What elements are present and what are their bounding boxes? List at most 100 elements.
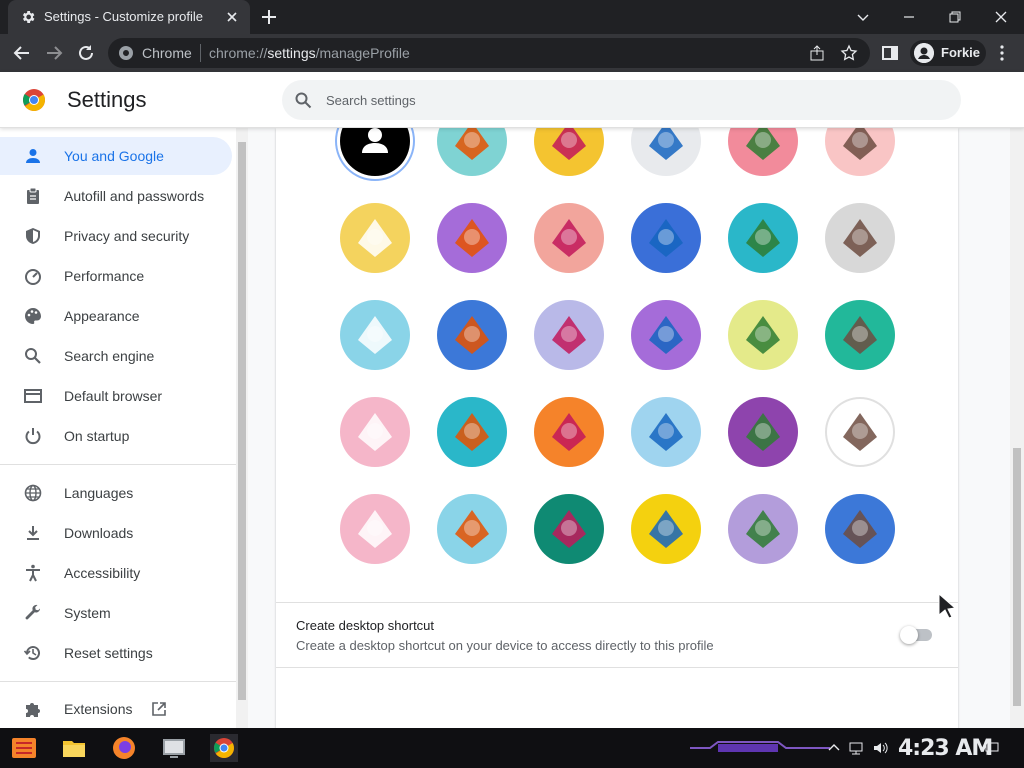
origami-butterfly-avatar[interactable]: [631, 203, 701, 273]
main-scrollbar-thumb[interactable]: [1013, 448, 1021, 706]
origami-cat-avatar[interactable]: [437, 128, 507, 176]
avocado-avatar[interactable]: [728, 397, 798, 467]
chrome-taskbar-icon[interactable]: [210, 734, 238, 762]
speedometer-icon: [25, 269, 41, 285]
back-icon[interactable]: [12, 43, 32, 63]
chevron-up-icon[interactable]: [826, 740, 842, 756]
sidebar-item-label: On startup: [64, 428, 130, 444]
forward-icon[interactable]: [44, 43, 64, 63]
basketball-avatar[interactable]: [340, 300, 410, 370]
volume-icon[interactable]: [872, 740, 888, 756]
sidebar-item-reset-settings[interactable]: Reset settings: [0, 634, 232, 672]
sidebar-item-label: Languages: [64, 485, 134, 501]
vinyl-record-avatar[interactable]: [631, 397, 701, 467]
bookmark-star-icon[interactable]: [840, 44, 858, 62]
ice-cream-avatar[interactable]: [340, 494, 410, 564]
search-icon: [295, 92, 312, 109]
smile-avatar[interactable]: [825, 397, 895, 467]
taskbar-clock[interactable]: 4:23 AM: [898, 736, 993, 761]
sidebar-item-label: You and Google: [64, 148, 164, 164]
sunglasses-avatar[interactable]: [340, 397, 410, 467]
cheese-avatar[interactable]: [631, 300, 701, 370]
sidebar-scrollbar-thumb[interactable]: [238, 142, 246, 700]
sidebar-scrollbar[interactable]: [236, 128, 248, 728]
sidebar-item-label: Reset settings: [64, 645, 153, 661]
palette-icon: [25, 308, 41, 324]
file-explorer-icon[interactable]: [60, 734, 88, 762]
sidebar-item-autofill[interactable]: Autofill and passwords: [0, 177, 232, 215]
os-taskbar: 4:23 AM: [0, 728, 1024, 768]
pizza-avatar[interactable]: [728, 494, 798, 564]
red-bird-avatar[interactable]: [534, 300, 604, 370]
tab-title: Settings - Customize profile: [44, 9, 203, 24]
sidebar-item-accessibility[interactable]: Accessibility: [0, 554, 232, 592]
ice-cube-avatar[interactable]: [437, 494, 507, 564]
sidebar-item-on-startup[interactable]: On startup: [0, 417, 232, 455]
sidebar-item-appearance[interactable]: Appearance: [0, 297, 232, 335]
sidebar-item-performance[interactable]: Performance: [0, 257, 232, 295]
url-scheme: chrome://: [209, 45, 268, 61]
external-link-icon: [152, 702, 166, 716]
onigiri-avatar[interactable]: [631, 494, 701, 564]
origami-unicorn-avatar[interactable]: [825, 203, 895, 273]
toggle-knob: [900, 626, 918, 644]
close-icon[interactable]: [224, 9, 240, 25]
origami-elephant-avatar[interactable]: [728, 128, 798, 176]
minimize-icon[interactable]: [900, 8, 918, 26]
origami-monkey-avatar[interactable]: [340, 203, 410, 273]
taskbar-decoration-icon: [690, 741, 830, 752]
url-path: /manageProfile: [315, 45, 410, 61]
side-panel-icon[interactable]: [880, 43, 900, 63]
sandwich-avatar[interactable]: [825, 494, 895, 564]
origami-rabbit-avatar[interactable]: [728, 203, 798, 273]
bicycle-avatar[interactable]: [437, 300, 507, 370]
restore-window-icon[interactable]: [946, 8, 964, 26]
start-button-icon[interactable]: [10, 734, 38, 762]
watermelon-avatar[interactable]: [534, 494, 604, 564]
search-input[interactable]: [326, 90, 926, 110]
origami-dragon-avatar[interactable]: [631, 128, 701, 176]
new-tab-icon[interactable]: [260, 8, 278, 26]
reload-icon[interactable]: [76, 43, 96, 63]
sidebar-item-label: Appearance: [64, 308, 140, 324]
more-menu-icon[interactable]: [992, 43, 1012, 63]
sidebar-item-system[interactable]: System: [0, 594, 232, 632]
mouse-cursor-icon: [938, 592, 957, 618]
chrome-logo-icon: [23, 89, 45, 111]
chevron-down-icon[interactable]: [854, 8, 872, 26]
profile-button[interactable]: Forkie: [910, 40, 986, 66]
virtual-pet-avatar[interactable]: [534, 397, 604, 467]
generic-person-avatar[interactable]: [340, 128, 410, 176]
tab-settings[interactable]: Settings - Customize profile: [8, 0, 250, 34]
download-icon: [27, 526, 39, 540]
notifications-icon[interactable]: [984, 740, 1000, 756]
origami-penguin-avatar[interactable]: [534, 203, 604, 273]
sidebar-item-you-and-google[interactable]: You and Google: [0, 137, 232, 175]
football-avatar[interactable]: [728, 300, 798, 370]
address-bar[interactable]: Chrome chrome://settings/manageProfile: [108, 38, 870, 68]
desktop-shortcut-row[interactable]: Create desktop shortcut Create a desktop…: [276, 602, 958, 668]
origami-fox-avatar[interactable]: [534, 128, 604, 176]
url-text: chrome://settings/manageProfile: [209, 45, 410, 61]
sidebar-item-default-browser[interactable]: Default browser: [0, 377, 232, 415]
sidebar-item-languages[interactable]: Languages: [0, 474, 232, 512]
sidebar-item-search-engine[interactable]: Search engine: [0, 337, 232, 375]
search-box[interactable]: [282, 80, 961, 120]
sidebar-divider: [0, 681, 236, 682]
network-icon[interactable]: [848, 740, 864, 756]
omnibox-chip: Chrome: [142, 45, 192, 61]
firefox-icon[interactable]: [110, 734, 138, 762]
desktop-shortcut-toggle[interactable]: [900, 626, 932, 644]
sidebar-item-downloads[interactable]: Downloads: [0, 514, 232, 552]
sidebar-item-extensions[interactable]: Extensions: [0, 690, 232, 728]
main-scrollbar[interactable]: [1010, 128, 1024, 728]
origami-bird-avatar[interactable]: [825, 128, 895, 176]
sidebar-item-label: Accessibility: [64, 565, 141, 581]
sushi-avatar[interactable]: [437, 397, 507, 467]
share-icon[interactable]: [808, 44, 826, 62]
close-window-icon[interactable]: [992, 8, 1010, 26]
system-monitor-icon[interactable]: [160, 734, 188, 762]
origami-panda-avatar[interactable]: [437, 203, 507, 273]
sidebar-item-privacy[interactable]: Privacy and security: [0, 217, 232, 255]
burger-avatar[interactable]: [825, 300, 895, 370]
